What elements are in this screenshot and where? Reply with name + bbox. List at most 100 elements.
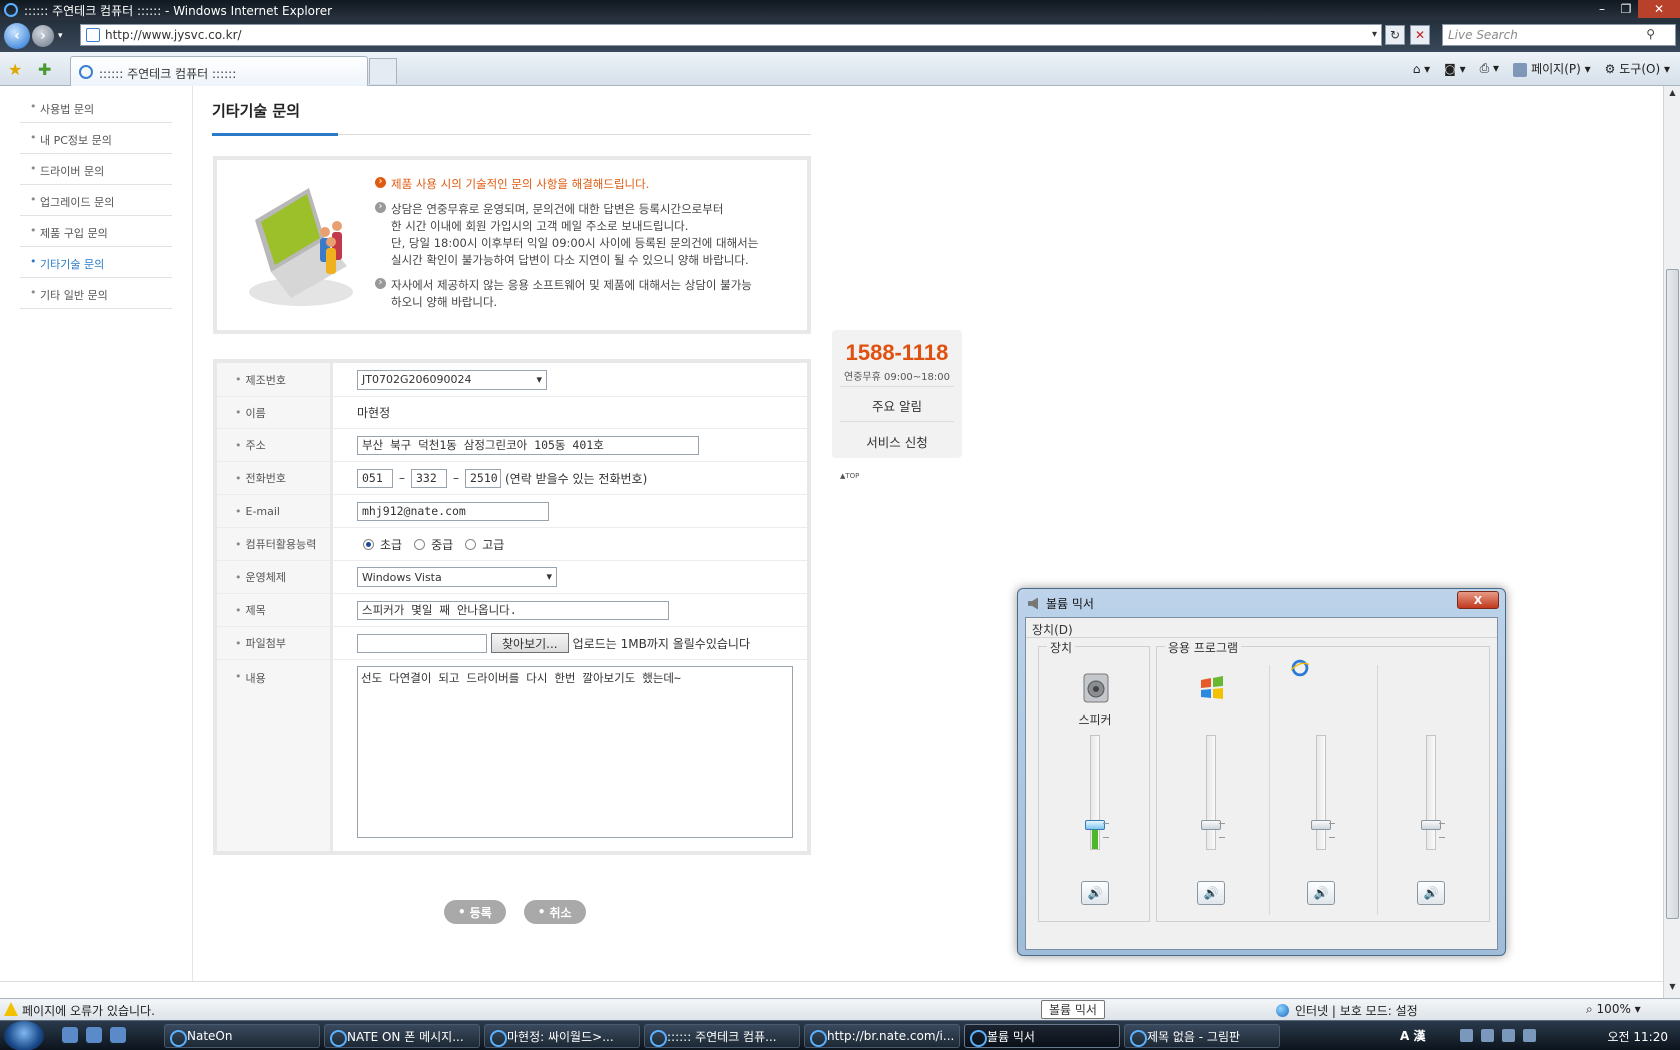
tab-jysvc[interactable]: :::::: 주연테크 컴퓨터 :::::: [70,56,368,86]
volume-tray-icon[interactable] [1502,1029,1515,1042]
os-select[interactable]: Windows Vista [357,567,557,587]
show-desktop-icon[interactable] [62,1027,78,1043]
media-player-icon[interactable] [110,1027,126,1043]
volume-slider-track[interactable] [1316,735,1326,850]
subject-input[interactable]: 스피커가 몇일 째 안나옵니다. [357,600,669,620]
task-cyworld[interactable]: 마현정: 싸이월드>... [484,1024,640,1048]
task-nateon-phone[interactable]: NATE ON 폰 메시지... [324,1024,480,1048]
sidebar-item-upgrade[interactable]: 업그레이드 문의 [20,185,172,216]
file-input[interactable] [357,633,487,653]
scroll-thumb[interactable] [1666,269,1679,919]
home-icon[interactable]: ⌂ ▾ [1413,62,1430,76]
task-jysvc[interactable]: :::::: 주연테크 컴퓨... [644,1024,800,1048]
search-input[interactable]: Live Search ⚲ [1442,24,1676,46]
phone-part1-input[interactable]: 051 [357,468,393,488]
cancel-button[interactable]: 취소 [523,900,586,924]
applications-group: 응용 프로그램 🔊 🔊 🔊 [1156,639,1490,922]
phone-part3-input[interactable]: 2510 [465,468,501,488]
notice-link[interactable]: 주요 알림 [832,396,962,415]
mixer-device-menu[interactable]: 장치(D) [1026,618,1497,638]
email-input[interactable]: mhj912@nate.com [357,501,549,521]
sidebar-item-pcinfo[interactable]: 내 PC정보 문의 [20,123,172,154]
feeds-icon[interactable]: ◙ ▾ [1444,62,1465,76]
forward-button[interactable]: › [32,25,54,47]
mute-button[interactable]: 🔊 [1197,881,1225,905]
minimize-button[interactable]: – [1590,0,1614,18]
service-request-link[interactable]: 서비스 신청 [832,432,962,451]
sidebar-item-driver[interactable]: 드라이버 문의 [20,154,172,185]
clock[interactable]: 오전 11:20 [1608,1028,1668,1045]
page-menu-icon [1513,62,1528,77]
address-bar: ‹ › ▾ http://www.jysvc.co.kr/ ▾ ↻ ✕ Live… [0,20,1680,52]
mute-button[interactable]: 🔊 [1307,881,1335,905]
page-menu[interactable]: 페이지(P) ▾ [1513,60,1591,77]
serial-select[interactable]: JT0702G206090024 [357,369,547,390]
phone-note: (연락 받을수 있는 전화번호) [505,471,648,486]
history-dropdown-icon[interactable]: ▾ [58,31,63,41]
volume-slider-thumb[interactable] [1311,819,1331,830]
network-icon[interactable] [1481,1029,1494,1042]
scroll-down-icon[interactable]: ▼ [1666,982,1679,996]
stop-icon[interactable]: ✕ [1410,25,1430,45]
refresh-icon[interactable]: ↻ [1385,25,1405,45]
volume-slider-thumb[interactable] [1085,819,1105,830]
window-title: :::::: 주연테크 컴퓨터 :::::: - Windows Interne… [24,3,333,18]
new-tab-button[interactable] [369,58,397,84]
left-nav: 사용법 문의 내 PC정보 문의 드라이버 문의 업그레이드 문의 제품 구입 … [20,92,172,309]
volume-slider-thumb[interactable] [1421,819,1441,830]
sidebar-item-purchase[interactable]: 제품 구입 문의 [20,216,172,247]
browse-button[interactable]: 찾아보기... [491,633,569,653]
ime-indicator[interactable]: A 漢 [1400,1027,1425,1044]
task-nateon[interactable]: NateOn [164,1024,320,1048]
search-icon[interactable]: ⚲ [1646,27,1655,41]
volume-slider-track[interactable] [1206,735,1216,850]
warning-icon[interactable] [4,1002,18,1016]
submit-button[interactable]: 등록 [444,900,506,924]
support-hours: 연중무휴 09:00~18:00 [844,372,950,383]
sidebar-item-general[interactable]: 기타 일반 문의 [20,278,172,309]
print-icon[interactable]: ⎙ ▾ [1480,61,1499,76]
skill-radio-beginner[interactable]: 초급 [363,536,402,553]
phone-part2-input[interactable]: 332 [411,468,447,488]
top-link[interactable]: ▲TOP [840,472,859,480]
command-bar: ⌂ ▾ ◙ ▾ ⎙ ▾ 페이지(P) ▾ ⚙ 도구(O) ▾ [1413,60,1670,77]
window-controls: – ❐ ✕ [1590,0,1680,18]
volume-slider-track[interactable] [1426,735,1436,850]
address-input[interactable]: 부산 북구 덕천1동 삼정그린코아 105동 401호 [357,435,699,455]
radio-dot [465,538,477,550]
url-dropdown-icon[interactable]: ▾ [1372,29,1377,40]
skill-radio-intermediate[interactable]: 중급 [414,536,453,553]
security-tray-icon[interactable] [1523,1029,1536,1042]
volume-slider-thumb[interactable] [1201,819,1221,830]
zoom-level[interactable]: ⌕ 100% ▾ [1586,1002,1641,1017]
scroll-up-icon[interactable]: ▲ [1666,88,1679,102]
page-scrollbar[interactable]: ▲ ▼ [1663,86,1680,998]
task-paint[interactable]: 제목 없음 - 그림판 [1124,1024,1280,1048]
row-address: 주소 부산 북구 덕천1동 삼정그린코아 105동 401호 [217,429,807,462]
maximize-button[interactable]: ❐ [1614,0,1638,18]
help-icon[interactable] [1460,1029,1473,1042]
task-nate-browser[interactable]: http://br.nate.com/i... [804,1024,960,1048]
skill-radio-advanced[interactable]: 고급 [465,536,504,553]
slider-tick [1103,837,1109,838]
mute-button[interactable]: 🔊 [1417,881,1445,905]
favorites-star-icon[interactable]: ★ [8,60,22,79]
task-volume-mixer[interactable]: 볼륨 믹서 [964,1024,1120,1048]
close-button[interactable]: ✕ [1638,0,1680,18]
ie-quicklaunch-icon[interactable] [86,1027,102,1043]
mixer-close-button[interactable]: X [1457,591,1499,609]
status-message[interactable]: 페이지에 오류가 있습니다. [22,1002,155,1019]
back-button[interactable]: ‹ [4,23,30,49]
add-favorites-icon[interactable]: ✚ [38,60,51,79]
sidebar-item-tech[interactable]: 기타기술 문의 [20,247,172,278]
ie-icon [1291,659,1309,677]
start-button[interactable] [4,1021,44,1050]
content-textarea[interactable]: 선도 다연결이 되고 드라이버를 다시 한번 깔아보기도 했는데~ [357,666,793,838]
url-field[interactable]: http://www.jysvc.co.kr/ ▾ [80,24,1382,46]
sidebar-item-usage[interactable]: 사용법 문의 [20,92,172,123]
mute-button[interactable]: 🔊 [1081,881,1109,905]
row-os: 운영체제 Windows Vista [217,561,807,594]
security-zone[interactable]: 인터넷 | 보호 모드: 설정 [1276,1002,1418,1019]
mixer-body: 장치(D) 장치 스피커 🔊 응용 프로그램 🔊 🔊 🔊 [1025,617,1498,950]
tools-menu[interactable]: ⚙ 도구(O) ▾ [1605,60,1670,77]
